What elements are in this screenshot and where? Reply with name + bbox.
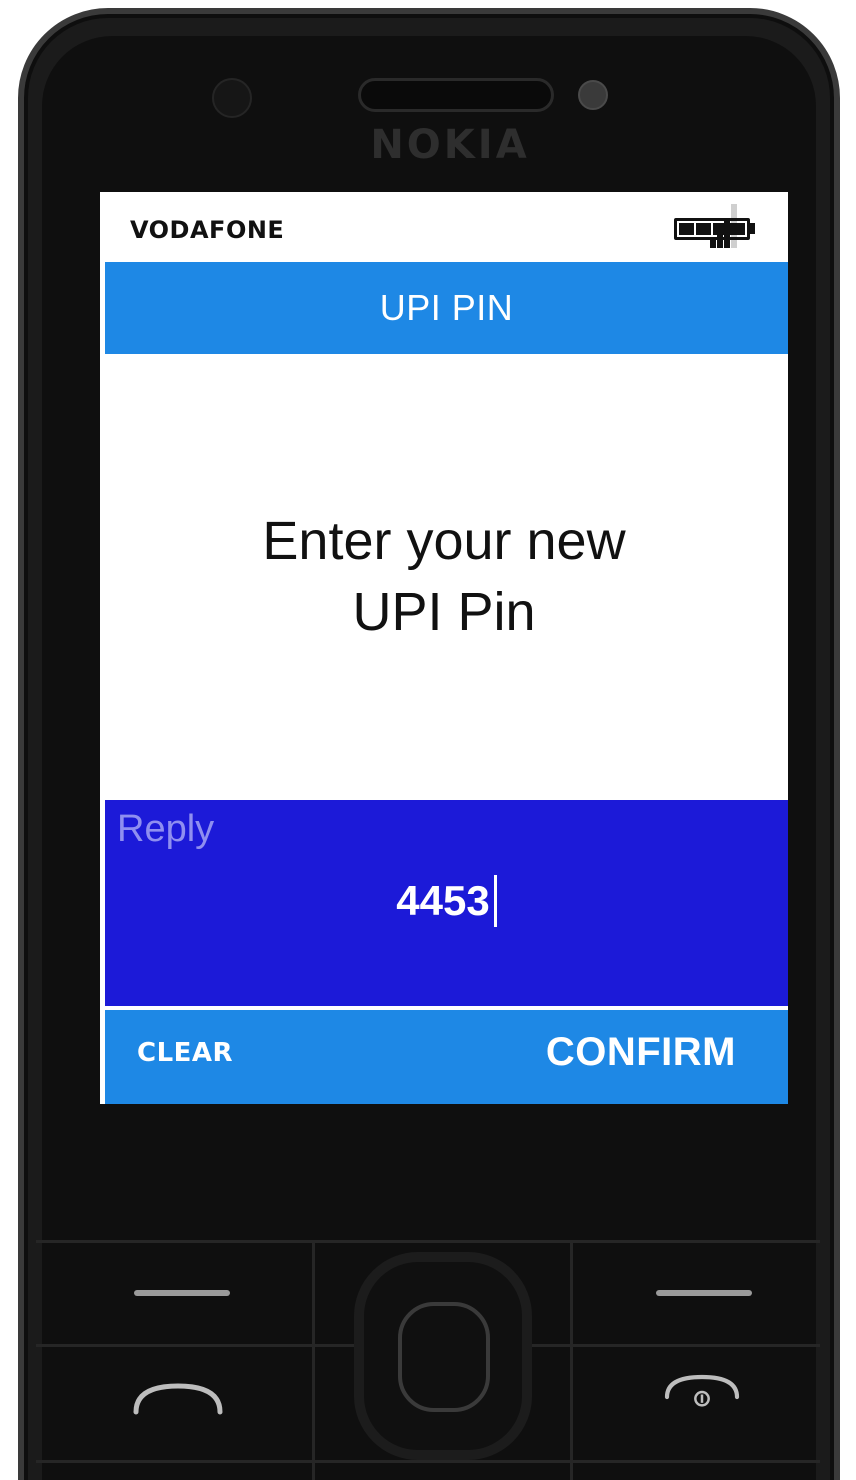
- softkey-bar: CLEAR CONFIRM: [105, 1010, 788, 1104]
- right-softkey-button[interactable]: [656, 1290, 752, 1296]
- reply-label: Reply: [117, 808, 215, 850]
- keypad-divider: [312, 1240, 315, 1480]
- front-camera-icon: [212, 78, 252, 118]
- carrier-name: VODAFONE: [130, 216, 285, 244]
- clear-button[interactable]: CLEAR: [137, 1038, 233, 1068]
- battery-cell: [713, 223, 728, 235]
- battery-cell: [679, 223, 694, 235]
- keypad-divider: [570, 1240, 573, 1480]
- end-call-key-icon[interactable]: [656, 1372, 748, 1412]
- keypad: [36, 1240, 820, 1480]
- reply-panel: Reply 4453: [105, 800, 788, 1006]
- text-caret: [493, 875, 497, 927]
- navigation-key[interactable]: [354, 1252, 532, 1460]
- earpiece-speaker: [358, 78, 554, 112]
- keypad-divider: [36, 1460, 820, 1463]
- prompt-line-1: Enter your new: [262, 510, 626, 571]
- prompt-message: Enter your new UPI Pin: [100, 354, 788, 800]
- left-softkey-button[interactable]: [134, 1290, 230, 1296]
- center-select-key[interactable]: [398, 1302, 490, 1412]
- brand-logo: NOKIA: [370, 122, 530, 168]
- keypad-divider: [36, 1240, 820, 1243]
- proximity-sensor-icon: [578, 80, 608, 110]
- phone-screen: VODAFONE UPI PIN Enter your new UPI Pin …: [100, 192, 788, 1104]
- pin-input[interactable]: 4453: [105, 866, 788, 936]
- stage: NOKIA VODAFONE UPI PIN Enter your new UP…: [0, 0, 856, 1480]
- pin-input-value: 4453: [396, 877, 490, 924]
- call-key-icon[interactable]: [132, 1378, 224, 1418]
- page-title: UPI PIN: [105, 262, 788, 354]
- battery-cell: [730, 223, 745, 235]
- battery-icon: [674, 218, 750, 240]
- battery-tip: [750, 223, 755, 234]
- battery-cell: [696, 223, 711, 235]
- prompt-line-2: UPI Pin: [352, 582, 536, 642]
- confirm-button[interactable]: CONFIRM: [546, 1030, 736, 1075]
